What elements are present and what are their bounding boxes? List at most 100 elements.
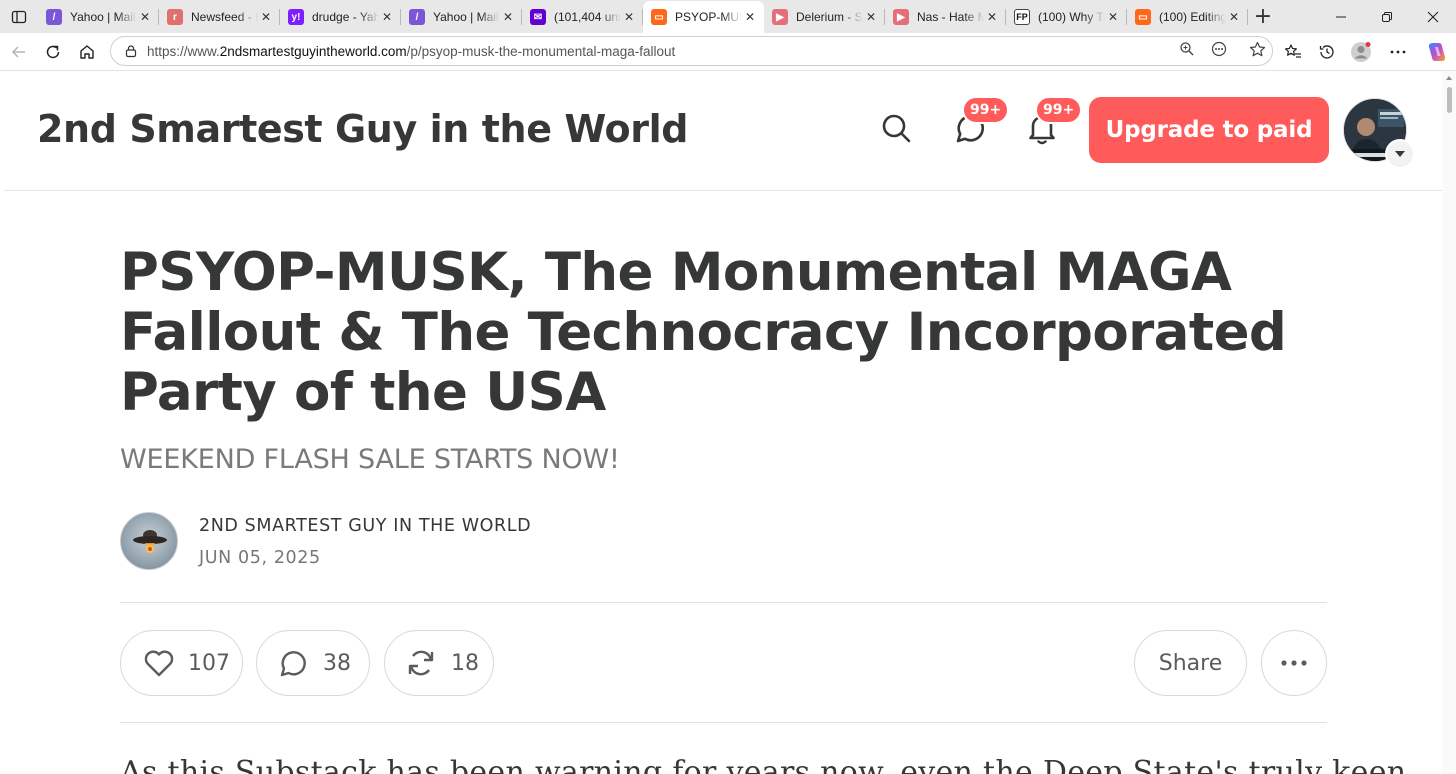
close-icon xyxy=(1427,11,1439,22)
like-button[interactable]: 107 xyxy=(120,630,243,696)
inoreader-favicon-icon: r xyxy=(167,9,183,25)
history-icon xyxy=(1319,44,1334,59)
browser-tab[interactable]: / Yahoo | Mail ✕ xyxy=(38,1,159,33)
yahoo-mail-favicon-icon: / xyxy=(409,9,425,25)
url-text: https://www.2ndsmartestguyintheworld.com… xyxy=(147,43,676,59)
page-viewport: 2nd Smartest Guy in the World 99+ 99+ Up… xyxy=(4,71,1442,774)
scroll-thumb[interactable] xyxy=(1447,87,1452,113)
profile-button[interactable] xyxy=(1344,35,1378,69)
browser-tab[interactable]: ▭ (100) Editing ✕ xyxy=(1127,1,1248,33)
tab-title: Delerium - Silence xyxy=(796,10,863,24)
youtube-favicon-icon: ▶ xyxy=(772,9,788,25)
chat-badge: 99+ xyxy=(962,96,1010,124)
tab-title: drudge - Yahoo xyxy=(312,10,379,24)
tab-actions-button[interactable] xyxy=(0,0,38,33)
actions-divider xyxy=(120,722,1327,723)
browser-tab[interactable]: / Yahoo | Mail ✕ xyxy=(401,1,522,33)
favorite-star-icon[interactable] xyxy=(1249,41,1266,62)
tab-actions-icon xyxy=(11,10,27,23)
post-title: PSYOP-MUSK, The Monumental MAGA Fallout … xyxy=(120,242,1287,423)
more-options-button[interactable] xyxy=(1261,630,1327,696)
site-header: 2nd Smartest Guy in the World 99+ 99+ Up… xyxy=(4,71,1442,191)
post-date: JUN 05, 2025 xyxy=(199,548,321,568)
more-dots-icon xyxy=(1281,660,1307,666)
tab-close-icon[interactable]: ✕ xyxy=(621,9,637,25)
close-window-button[interactable] xyxy=(1410,0,1456,33)
tab-close-icon[interactable]: ✕ xyxy=(863,9,879,25)
scroll-up-arrow-icon[interactable] xyxy=(1446,76,1452,80)
browser-tab[interactable]: y! drudge - Yahoo✕ xyxy=(280,1,401,33)
tab-title: Yahoo | Mail xyxy=(70,10,136,24)
profile-avatar-icon xyxy=(1351,41,1371,62)
mail-envelope-favicon-icon: ✉ xyxy=(530,9,546,25)
browser-right-tools xyxy=(1276,33,1456,70)
yahoo-mail-favicon-icon: / xyxy=(46,9,62,25)
comments-button[interactable]: 38 xyxy=(256,630,370,696)
tab-close-icon[interactable]: ✕ xyxy=(379,9,395,25)
share-button[interactable]: Share xyxy=(1134,630,1247,696)
reload-button[interactable] xyxy=(36,35,70,69)
tab-close-icon[interactable]: ✕ xyxy=(1226,9,1242,25)
notifications-badge: 99+ xyxy=(1035,96,1083,124)
restack-button[interactable]: 18 xyxy=(384,630,494,696)
tab-close-icon[interactable]: ✕ xyxy=(984,9,1000,25)
more-options-circle-icon[interactable] xyxy=(1211,41,1227,61)
window-controls xyxy=(1318,0,1456,33)
browser-tab[interactable]: r Newsfeed - IFTTT✕ xyxy=(159,1,280,33)
tab-close-icon[interactable]: ✕ xyxy=(258,9,274,25)
browser-tab[interactable]: ▶ Nas - Hate Me Now✕ xyxy=(885,1,1006,33)
substack-favicon-icon: ▭ xyxy=(1135,9,1151,25)
tab-title: Nas - Hate Me Now xyxy=(917,10,984,24)
browser-tab[interactable]: ▭ PSYOP-MUSK✕ xyxy=(643,1,764,33)
tab-close-icon[interactable]: ✕ xyxy=(742,9,758,25)
search-button[interactable] xyxy=(879,111,913,145)
history-button[interactable] xyxy=(1310,35,1344,69)
youtube-favicon-icon: ▶ xyxy=(893,9,909,25)
tab-close-icon[interactable]: ✕ xyxy=(500,9,516,25)
new-tab-button[interactable]: + xyxy=(1248,0,1278,33)
tab-strip: /Yahoo | Mail✕rNewsfeed - IFTTT✕y!drudge… xyxy=(0,0,1456,33)
tab-close-icon[interactable]: ✕ xyxy=(1105,9,1121,25)
yahoo-search-favicon-icon: y! xyxy=(288,9,304,25)
settings-menu-button[interactable] xyxy=(1378,35,1418,69)
tab-title: (101,404 unread) xyxy=(554,10,621,24)
tabs-container: /Yahoo | Mail✕rNewsfeed - IFTTT✕y!drudge… xyxy=(38,0,1248,33)
back-button[interactable] xyxy=(2,35,36,69)
address-bar[interactable]: https://www.2ndsmartestguyintheworld.com… xyxy=(110,36,1273,66)
caret-down-icon xyxy=(1395,151,1405,157)
restore-button[interactable] xyxy=(1364,0,1410,33)
tab-title: (100) Editing xyxy=(1159,10,1226,24)
search-icon xyxy=(882,114,911,143)
fp-favicon-icon: FP xyxy=(1014,9,1030,25)
share-label: Share xyxy=(1158,650,1223,676)
site-info-icon[interactable] xyxy=(115,44,147,58)
author-name[interactable]: 2ND SMARTEST GUY IN THE WORLD xyxy=(199,516,531,536)
tab-title: (100) Why Trump xyxy=(1038,10,1105,24)
browser-tab[interactable]: FP (100) Why Trump✕ xyxy=(1006,1,1127,33)
like-count: 107 xyxy=(188,650,230,676)
favorites-list-icon xyxy=(1285,43,1301,58)
byline-divider xyxy=(120,602,1327,603)
tab-title: PSYOP-MUSK xyxy=(675,10,742,24)
restack-icon xyxy=(405,647,437,679)
restore-icon xyxy=(1382,11,1392,22)
copilot-button[interactable] xyxy=(1418,35,1456,69)
account-menu-button[interactable] xyxy=(1385,139,1415,169)
author-avatar[interactable] xyxy=(120,512,178,570)
favorites-button[interactable] xyxy=(1276,35,1310,69)
ufo-icon xyxy=(133,530,167,553)
browser-tab[interactable]: ▶ Delerium - Silence✕ xyxy=(764,1,885,33)
tab-close-icon[interactable]: ✕ xyxy=(137,9,153,25)
restack-count: 18 xyxy=(451,650,479,676)
minimize-icon xyxy=(1336,16,1346,17)
site-title[interactable]: 2nd Smartest Guy in the World xyxy=(37,107,688,151)
minimize-button[interactable] xyxy=(1318,0,1364,33)
home-button[interactable] xyxy=(70,35,104,69)
ellipsis-icon xyxy=(1390,50,1406,53)
page-scrollbar[interactable] xyxy=(1442,71,1456,774)
browser-tab[interactable]: ✉ (101,404 unread)✕ xyxy=(522,1,643,33)
upgrade-to-paid-button[interactable]: Upgrade to paid xyxy=(1089,97,1329,163)
zoom-icon[interactable] xyxy=(1179,41,1195,61)
heart-icon xyxy=(143,648,175,678)
tab-title: Yahoo | Mail xyxy=(433,10,499,24)
